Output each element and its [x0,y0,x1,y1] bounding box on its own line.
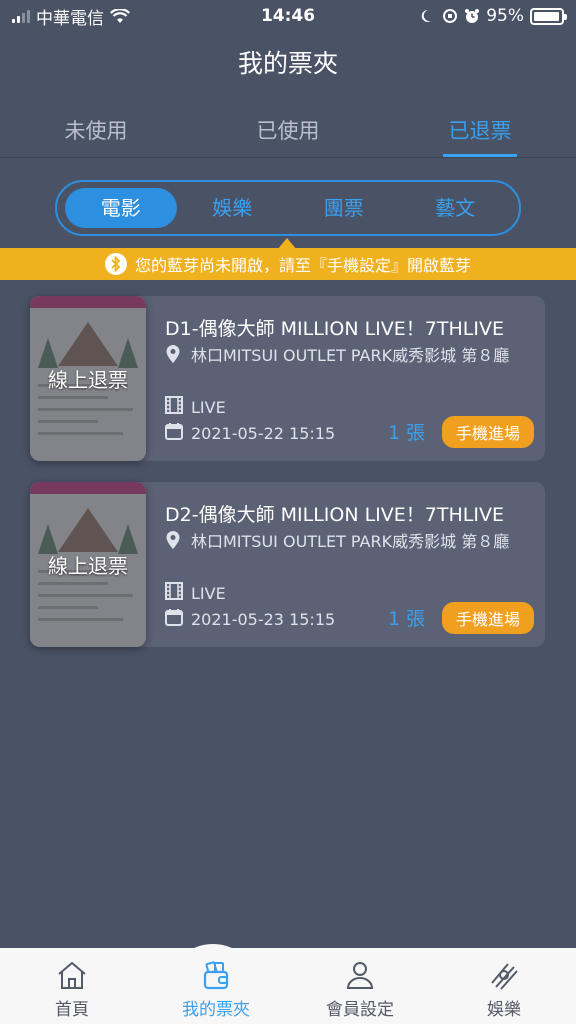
bluetooth-icon [104,253,127,275]
calendar-icon [165,608,183,630]
entertainment-icon [487,955,521,995]
wifi-icon [110,8,130,24]
status-right: 95% [420,6,567,26]
bottom-nav: 首頁 我的票夾 會員設定 娛樂 [0,948,576,1024]
ticket-format: LIVE [165,396,226,418]
refund-status-label: 線上退票 [48,368,128,392]
format-text: LIVE [191,583,226,603]
nav-my-tickets-label: 我的票夾 [182,1000,250,1020]
ticket-title: D2-偶像大師 MILLION LIVE！7THLIVE [165,504,504,526]
nav-entertainment[interactable]: 娛樂 [432,948,576,1024]
banner-text: 您的藍芽尚未開啟，請至『手機設定』開啟藍芽 [134,256,471,275]
nav-member-settings-label: 會員設定 [326,1000,394,1020]
bluetooth-banner[interactable]: 您的藍芽尚未開啟，請至『手機設定』開啟藍芽 [0,248,576,280]
ticket-card[interactable]: 線上退票 D1-偶像大師 MILLION LIVE！7THLIVE 林口MITS… [30,296,545,461]
home-icon [56,955,88,995]
tab-used[interactable]: 已使用 [192,100,384,157]
wallet-icon [200,955,232,995]
location-pin-icon [165,344,191,371]
ticket-status-tabs: 未使用 已使用 已退票 [0,100,576,158]
ticket-title: D1-偶像大師 MILLION LIVE！7THLIVE [165,318,504,340]
ticket-venue: 林口MITSUI OUTLET PARK威秀影城 第８廳 [165,344,537,371]
nav-my-tickets[interactable]: 我的票夾 [144,948,288,1024]
nav-entertainment-label: 娛樂 [487,1000,521,1020]
venue-text: 林口MITSUI OUTLET PARK威秀影城 第８廳 [191,532,510,551]
film-icon [165,582,183,604]
tab-unused[interactable]: 未使用 [0,100,192,157]
ticket-count: 1 張 [388,608,426,630]
venue-text: 林口MITSUI OUTLET PARK威秀影城 第８廳 [191,346,510,365]
ticket-card[interactable]: 線上退票 D2-偶像大師 MILLION LIVE！7THLIVE 林口MITS… [30,482,545,647]
ticket-count: 1 張 [388,422,426,444]
nav-member-settings[interactable]: 會員設定 [288,948,432,1024]
segment-group-ticket[interactable]: 團票 [288,188,400,228]
mobile-entry-button[interactable]: 手機進場 [442,602,534,634]
refund-status-label: 線上退票 [48,554,128,578]
page-title: 我的票夾 [237,49,338,78]
mobile-entry-button[interactable]: 手機進場 [442,416,534,448]
ticket-datetime: 2021-05-22 15:15 [165,422,335,444]
alarm-icon [464,8,480,24]
datetime-text: 2021-05-22 15:15 [191,423,336,443]
ticket-format: LIVE [165,582,226,604]
user-icon [344,955,376,995]
status-bar: 中華電信 14:46 95% [0,0,576,32]
ticket-venue: 林口MITSUI OUTLET PARK威秀影城 第８廳 [165,530,537,557]
calendar-icon [165,422,183,444]
nav-home-label: 首頁 [55,1000,89,1020]
status-left: 中華電信 [12,4,130,29]
nav-home[interactable]: 首頁 [0,948,144,1024]
location-pin-icon [165,530,191,557]
battery-percent: 95% [486,6,524,26]
film-icon [165,396,183,418]
ticket-poster: 線上退票 [30,296,146,461]
signal-icon [12,9,30,23]
format-text: LIVE [191,397,226,417]
moon-icon [420,8,436,24]
ticket-poster: 線上退票 [30,482,146,647]
datetime-text: 2021-05-23 15:15 [191,609,336,629]
battery-icon [530,7,567,25]
segment-arts[interactable]: 藝文 [400,188,512,228]
carrier-label: 中華電信 [36,8,104,29]
segment-movie[interactable]: 電影 [65,188,177,228]
segment-entertainment[interactable]: 娛樂 [177,188,289,228]
category-segment: 電影 娛樂 團票 藝文 [55,180,521,236]
ticket-datetime: 2021-05-23 15:15 [165,608,335,630]
tab-refunded[interactable]: 已退票 [384,100,576,157]
orientation-lock-icon [442,8,458,24]
